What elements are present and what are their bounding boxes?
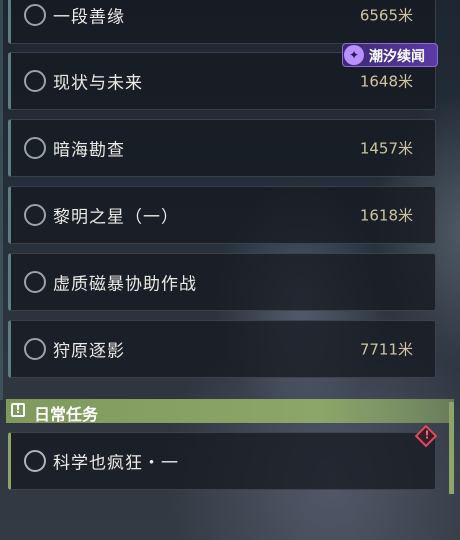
exclamation-box-icon: ! [11, 403, 25, 417]
quest-title: 科学也疯狂・一 [53, 453, 179, 474]
quest-distance: 1648米 [359, 72, 413, 91]
tide-swirl-icon: ✦ [344, 45, 364, 65]
quest-title: 一段善缘 [53, 7, 125, 28]
quest-item-4[interactable]: 黎明之星（一） 1618米 [8, 186, 436, 244]
quest-radio[interactable] [24, 4, 46, 26]
quest-radio[interactable] [24, 271, 46, 293]
quest-title: 暗海勘查 [53, 140, 125, 161]
event-tag-label: 潮汐续闻 [369, 49, 425, 65]
quest-title: 虚质磁暴协助作战 [53, 274, 197, 295]
quest-title: 黎明之星（一） [53, 207, 179, 228]
daily-side-bar [449, 402, 454, 494]
quest-title: 狩原逐影 [53, 341, 125, 362]
daily-section-label: 日常任务 [34, 405, 99, 424]
quest-item-1[interactable]: 一段善缘 6565米 [8, 0, 436, 44]
quest-radio[interactable] [24, 450, 46, 472]
quest-radio[interactable] [24, 70, 46, 92]
daily-section-header[interactable]: ! 日常任务 [6, 399, 454, 424]
quest-item-5[interactable]: 虚质磁暴协助作战 [8, 253, 436, 311]
quest-title: 现状与未来 [53, 73, 143, 94]
quest-item-6[interactable]: 狩原逐影 7711米 [8, 320, 436, 378]
quest-distance: 1457米 [359, 139, 413, 158]
quest-radio[interactable] [24, 204, 46, 226]
quest-radio[interactable] [24, 338, 46, 360]
side-accent [0, 0, 3, 400]
quest-item-3[interactable]: 暗海勘查 1457米 [8, 119, 436, 177]
quest-distance: 7711米 [359, 340, 413, 359]
quest-radio[interactable] [24, 137, 46, 159]
quest-distance: 1618米 [359, 206, 413, 225]
quest-distance: 6565米 [359, 6, 413, 25]
event-tag[interactable]: ✦ 潮汐续闻 [342, 43, 438, 67]
daily-quest-item-1[interactable]: 科学也疯狂・一 [8, 432, 436, 490]
